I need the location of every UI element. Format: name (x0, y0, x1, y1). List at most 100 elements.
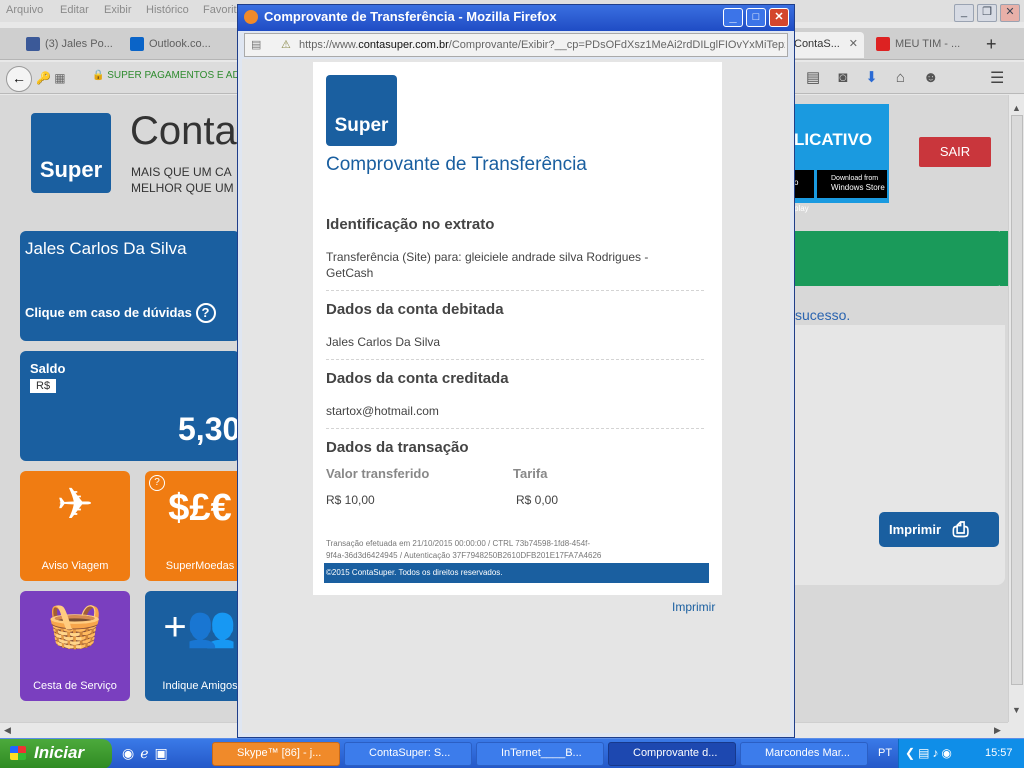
section-heading: Dados da conta debitada (326, 301, 504, 318)
network-icon[interactable]: ▤ (918, 746, 932, 760)
balance-currency: R$ (30, 379, 57, 393)
taskbar-item-internet[interactable]: InTernet____B... (476, 742, 604, 766)
menu-icon[interactable]: ☰ (990, 68, 1004, 88)
start-label: Iniciar (34, 743, 85, 762)
clock[interactable]: 15:57 (985, 747, 1013, 759)
menu-arquivo[interactable]: Arquivo (6, 4, 43, 16)
tile-cesta-servico[interactable]: 🧺 Cesta de Serviço (20, 591, 130, 701)
scroll-down-icon[interactable]: ▼ (1012, 705, 1021, 715)
success-text: sucesso. (795, 307, 851, 323)
menu-historico[interactable]: Histórico (146, 4, 189, 16)
taskbar-label: Comprovante d... (633, 747, 718, 759)
statement-id: Transferência (Site) para: gleiciele and… (326, 250, 649, 280)
home-icon[interactable]: ⌂ (896, 69, 923, 86)
start-button[interactable]: Iniciar (0, 739, 112, 768)
taskbar-label: Skype™ [86] - j... (237, 747, 322, 759)
taskbar-item-marcondes[interactable]: Marcondes Mar... (740, 742, 868, 766)
site-identity[interactable]: 🔒 SUPER PAGAMENTOS E AD (92, 70, 240, 81)
tile-label: Cesta de Serviço (33, 680, 117, 692)
new-tab-icon[interactable]: + (980, 32, 1004, 58)
quick-launch: ◉ℯ▣ (122, 745, 174, 762)
tab-outlook[interactable]: Outlook.co... (124, 32, 224, 58)
tray-expand-icon[interactable]: ❮ (905, 746, 918, 760)
taskbar-item-skype[interactable]: Skype™ [86] - j... (212, 742, 340, 766)
help-link[interactable]: Clique em caso de dúvidas ? (25, 303, 216, 323)
popup-body: Super Comprovante de Transferência Ident… (242, 59, 790, 733)
popup-urlbar[interactable]: ▤ ⚠ https://www.contasuper.com.br/Compro… (244, 33, 788, 57)
close-icon[interactable]: ✕ (1000, 4, 1020, 22)
identity-icon[interactable]: 🔑 ▦ (36, 68, 76, 90)
minimize-icon[interactable]: _ (723, 8, 743, 27)
ie-icon[interactable]: ℯ (140, 745, 154, 761)
footer-line: 9f4a-36d3d6424945 / Autenticação 37F7948… (326, 551, 602, 560)
divider (326, 359, 704, 360)
tab-tim[interactable]: MEU TIM - ... (870, 32, 970, 58)
scroll-right-icon[interactable]: ▶ (994, 725, 1001, 736)
app-banner-label: LICATIVO (794, 130, 873, 149)
tab-label: Outlook.co... (149, 38, 211, 50)
user-name: Jales Carlos Da Silva (25, 239, 187, 258)
taskbar-item-contasuper[interactable]: ContaSuper: S... (344, 742, 472, 766)
taskbar-label: Marcondes Mar... (765, 747, 850, 759)
close-tab-icon[interactable]: ✕ (849, 32, 858, 56)
reader-icon[interactable]: ▤ (806, 69, 838, 86)
tim-icon (876, 37, 890, 52)
amount-value: R$ 10,00 (326, 493, 375, 507)
language-indicator[interactable]: PT (878, 747, 892, 759)
tile-aviso-viagem[interactable]: ✈ Aviso Viagem (20, 471, 130, 581)
site-identity-label: SUPER PAGAMENTOS E AD (107, 70, 240, 81)
section-heading: Dados da transação (326, 439, 469, 456)
help-label: Clique em caso de dúvidas (25, 305, 192, 320)
receipt-logo: Super (326, 75, 397, 146)
vertical-scrollbar[interactable]: ▲ ▼ (1008, 95, 1024, 722)
url-text[interactable]: https://www.contasuper.com.br/Comprovant… (299, 34, 785, 56)
taskbar-item-comprovante[interactable]: Comprovante d... (608, 742, 736, 766)
pocket-icon[interactable]: ◙ (838, 69, 865, 86)
app-icon[interactable]: ▣ (155, 745, 174, 761)
print-link[interactable]: Imprimir (672, 600, 715, 614)
windows-logo-icon (10, 746, 26, 760)
menu-exibir[interactable]: Exibir (104, 4, 132, 16)
back-icon[interactable]: ← (6, 66, 32, 92)
scroll-up-icon[interactable]: ▲ (1012, 103, 1021, 113)
download-icon[interactable]: ⬇ (865, 69, 896, 86)
url-domain: contasuper.com.br (358, 39, 449, 51)
windows-store-badge[interactable]: Download from Windows Store (817, 170, 887, 198)
airplane-globe-icon: ✈ (56, 480, 94, 529)
divider (326, 290, 704, 291)
google-play-badge[interactable]: o play (794, 170, 814, 213)
logout-button[interactable]: SAIR (919, 137, 991, 167)
antivirus-icon[interactable]: ◉ (941, 746, 954, 760)
tab-label: ContaS... (794, 38, 840, 50)
page-icon: ▤ (251, 39, 262, 51)
smiley-icon[interactable]: ☻ (923, 69, 957, 86)
help-icon: ? (195, 303, 216, 323)
amount-label: Valor transferido (326, 466, 430, 481)
section-heading: Identificação no extrato (326, 216, 495, 233)
tab-contasuper[interactable]: ContaS... ✕ (788, 32, 864, 58)
receipt-title: Comprovante de Transferência (326, 154, 587, 175)
basket-icon: 🧺 (47, 601, 103, 650)
maximize-icon[interactable]: ❐ (977, 4, 997, 22)
close-icon[interactable]: ✕ (769, 8, 789, 27)
taskbar-label: ContaSuper: S... (369, 747, 451, 759)
scroll-left-icon[interactable]: ◀ (4, 725, 11, 736)
app-banner[interactable]: LICATIVO o play Download from Windows Sto… (790, 104, 889, 213)
credited-account: startox@hotmail.com (326, 404, 439, 418)
help-icon[interactable]: ? (149, 475, 165, 491)
print-button[interactable]: Imprimir ⎙ (879, 512, 999, 547)
chrome-icon[interactable]: ◉ (122, 745, 140, 761)
minimize-icon[interactable]: _ (954, 4, 974, 22)
user-card: Jales Carlos Da Silva Clique em caso de … (20, 231, 240, 341)
maximize-icon[interactable]: □ (746, 8, 766, 27)
popup-titlebar[interactable]: Comprovante de Transferência - Mozilla F… (238, 5, 794, 31)
menu-editar[interactable]: Editar (60, 4, 89, 16)
site-logo[interactable]: Super (31, 113, 111, 193)
logo-text: Super (39, 157, 103, 182)
balance-value: 5,30 (178, 411, 241, 447)
scroll-thumb[interactable] (1011, 115, 1023, 685)
transaction-footer: Transação efetuada em 21/10/2015 00:00:0… (326, 538, 706, 562)
tab-facebook[interactable]: (3) Jales Po... (20, 32, 120, 58)
lock-icon: 🔒 (92, 70, 105, 81)
badge-top: Download from (831, 175, 879, 182)
